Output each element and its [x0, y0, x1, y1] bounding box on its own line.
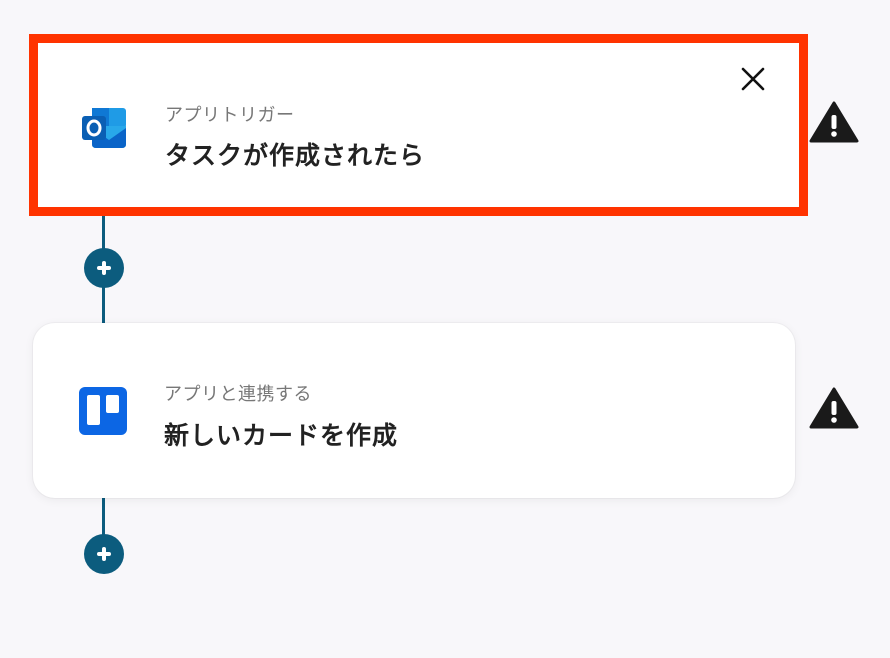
step-title: タスクが作成されたら	[165, 141, 426, 170]
warning-icon	[809, 100, 859, 144]
flow-step-action-card[interactable]: アプリと連携する 新しいカードを作成	[33, 323, 795, 498]
warning-icon	[809, 386, 859, 430]
add-step-button[interactable]	[84, 248, 124, 288]
trello-icon	[77, 385, 129, 437]
step-title: 新しいカードを作成	[164, 421, 399, 450]
flow-step-trigger-card[interactable]: アプリトリガー タスクが作成されたら	[29, 34, 808, 216]
step-type-label: アプリと連携する	[164, 384, 312, 405]
flow-connector-line	[102, 496, 105, 536]
step-type-label: アプリトリガー	[165, 105, 295, 126]
close-icon[interactable]	[738, 64, 768, 94]
add-step-button[interactable]	[84, 534, 124, 574]
outlook-icon	[78, 102, 130, 154]
